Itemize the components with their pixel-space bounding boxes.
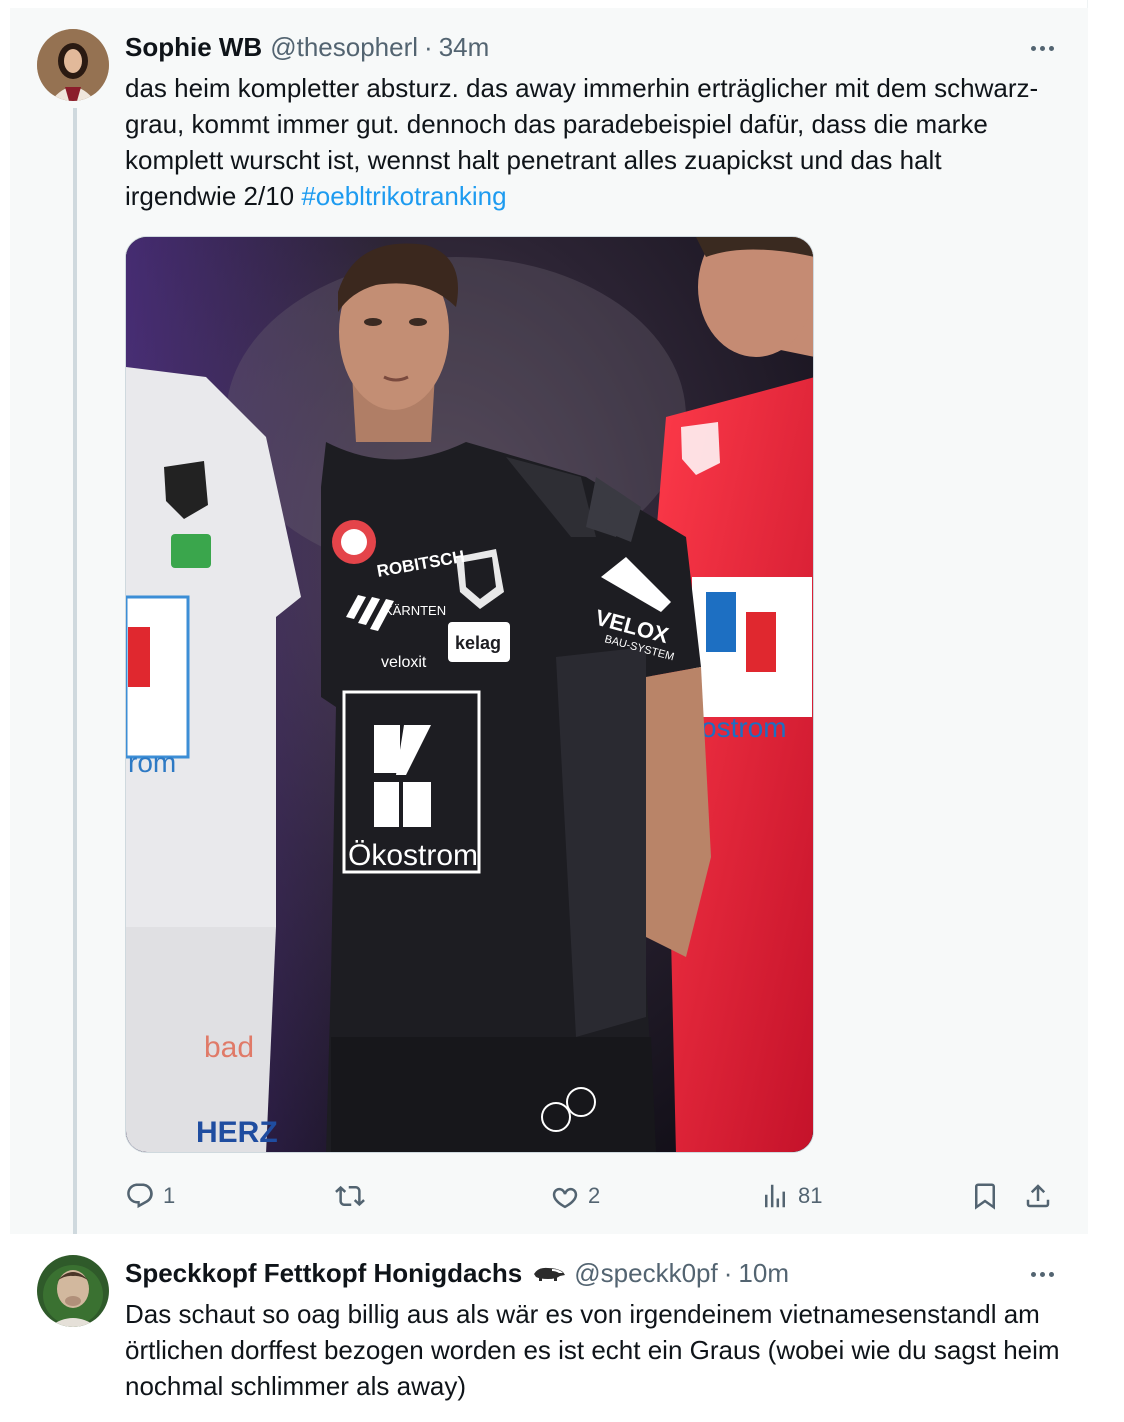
- karnten-text: KÄRNTEN: [384, 603, 446, 618]
- tweet-actions: 1 2 81: [125, 1176, 1065, 1216]
- tweet-image[interactable]: rom bad HERZ ostrom Ökostrom kelag ROBIT…: [125, 236, 814, 1153]
- like-count: 2: [588, 1183, 601, 1208]
- views-icon: [765, 1184, 785, 1208]
- right-kit-text: ostrom: [701, 712, 787, 743]
- reply-count: 1: [163, 1183, 176, 1208]
- sponsor-box-text: Ökostrom: [348, 839, 478, 872]
- retweet-button[interactable]: [335, 1176, 373, 1216]
- reply-icon: [127, 1183, 153, 1209]
- author-name[interactable]: Speckkopf Fettkopf Honigdachs: [125, 1256, 522, 1290]
- tweet-timestamp[interactable]: 10m: [738, 1256, 789, 1290]
- thread-connector-line: [73, 108, 77, 1254]
- more-icon[interactable]: [1026, 1262, 1058, 1286]
- bookmark-button[interactable]: [970, 1176, 1000, 1216]
- retweet-icon: [335, 1185, 365, 1207]
- velox-text: veloxit: [381, 654, 427, 671]
- left-kit-herz: HERZ: [196, 1116, 278, 1149]
- tweet-body: das heim kompletter absturz. das away im…: [125, 73, 1039, 211]
- kelag-text: kelag: [455, 633, 501, 653]
- author-name[interactable]: Sophie WB: [125, 30, 262, 64]
- tweet-header: Sophie WB @thesopherl · 34m: [125, 30, 489, 64]
- avatar-photo-speckkopf: [37, 1255, 109, 1327]
- more-icon[interactable]: [1026, 36, 1058, 60]
- tweet-text: das heim kompletter absturz. das away im…: [125, 70, 1060, 214]
- views-count: 81: [798, 1183, 823, 1208]
- left-kit-text: rom: [128, 747, 176, 778]
- bookmark-icon: [975, 1183, 995, 1210]
- author-handle[interactable]: @speckk0pf: [574, 1256, 717, 1290]
- reply-button[interactable]: 1: [125, 1176, 175, 1216]
- like-button[interactable]: 2: [550, 1176, 600, 1216]
- avatar-photo-sophie: [37, 29, 109, 101]
- tweet-text: Das schaut so oag billig aus als wär es …: [125, 1299, 1067, 1401]
- badger-icon: [532, 1264, 566, 1282]
- separator-dot: ·: [723, 1258, 733, 1288]
- tweet-timestamp[interactable]: 34m: [439, 30, 490, 64]
- jersey-photo: rom bad HERZ ostrom Ökostrom kelag ROBIT…: [126, 237, 813, 1152]
- views-button[interactable]: 81: [760, 1176, 822, 1216]
- tweet-speckkopf[interactable]: Speckkopf Fettkopf Honigdachs @speckk0pf…: [10, 1234, 1088, 1422]
- timeline: Sophie WB @thesopherl · 34m das heim kom…: [10, 0, 1088, 1422]
- hashtag-link[interactable]: #oebltrikotranking: [301, 181, 506, 211]
- separator-dot: ·: [424, 32, 433, 62]
- tweet-header: Speckkopf Fettkopf Honigdachs @speckk0pf…: [125, 1256, 789, 1290]
- author-handle[interactable]: @thesopherl: [270, 30, 418, 64]
- avatar[interactable]: [37, 29, 109, 101]
- share-button[interactable]: [1023, 1176, 1053, 1216]
- avatar[interactable]: [37, 1255, 109, 1327]
- share-icon: [1026, 1184, 1050, 1208]
- heart-icon: [552, 1187, 578, 1209]
- left-kit-bad: bad: [204, 1031, 254, 1064]
- tweet-sophie[interactable]: Sophie WB @thesopherl · 34m das heim kom…: [10, 8, 1088, 1254]
